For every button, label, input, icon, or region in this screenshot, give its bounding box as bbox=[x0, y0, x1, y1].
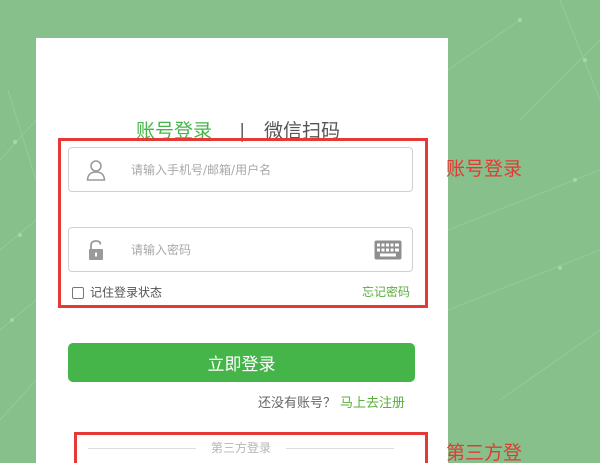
tab-wechat-scan[interactable]: 微信扫码 bbox=[264, 118, 340, 144]
password-input[interactable] bbox=[131, 228, 361, 271]
username-field[interactable] bbox=[68, 147, 413, 192]
login-button[interactable]: 立即登录 bbox=[68, 343, 415, 382]
remember-label: 记住登录状态 bbox=[90, 285, 163, 300]
lock-icon bbox=[89, 240, 103, 260]
keyboard-icon[interactable] bbox=[374, 240, 402, 260]
forgot-password-link[interactable]: 忘记密码 bbox=[362, 284, 410, 300]
register-link[interactable]: 马上去注册 bbox=[340, 396, 405, 411]
user-icon bbox=[86, 160, 106, 181]
third-party-divider: 第三方登录 bbox=[88, 440, 394, 456]
annotation-label-account: 账号登录 bbox=[446, 158, 523, 180]
username-input[interactable] bbox=[131, 148, 361, 191]
register-prompt: 还没有账号？ bbox=[258, 396, 337, 411]
login-tabs: 账号登录 | 微信扫码 bbox=[36, 118, 448, 148]
annotation-label-third-party: 第三方登 bbox=[446, 442, 523, 463]
third-party-label: 第三方登录 bbox=[210, 441, 271, 455]
register-row: 还没有账号？ 马上去注册 bbox=[258, 395, 405, 413]
password-field[interactable] bbox=[68, 227, 413, 272]
tab-separator: | bbox=[239, 120, 246, 142]
divider-line-right bbox=[286, 448, 394, 449]
remember-checkbox[interactable] bbox=[72, 286, 84, 299]
login-card: 账号登录 | 微信扫码 请输入手机号/邮箱/用户名 记住登录状态 忘记密码 立即… bbox=[36, 38, 448, 463]
remember-login: 记住登录状态 bbox=[72, 284, 162, 300]
tab-account-login[interactable]: 账号登录 bbox=[136, 118, 212, 144]
divider-line-left bbox=[88, 448, 196, 449]
